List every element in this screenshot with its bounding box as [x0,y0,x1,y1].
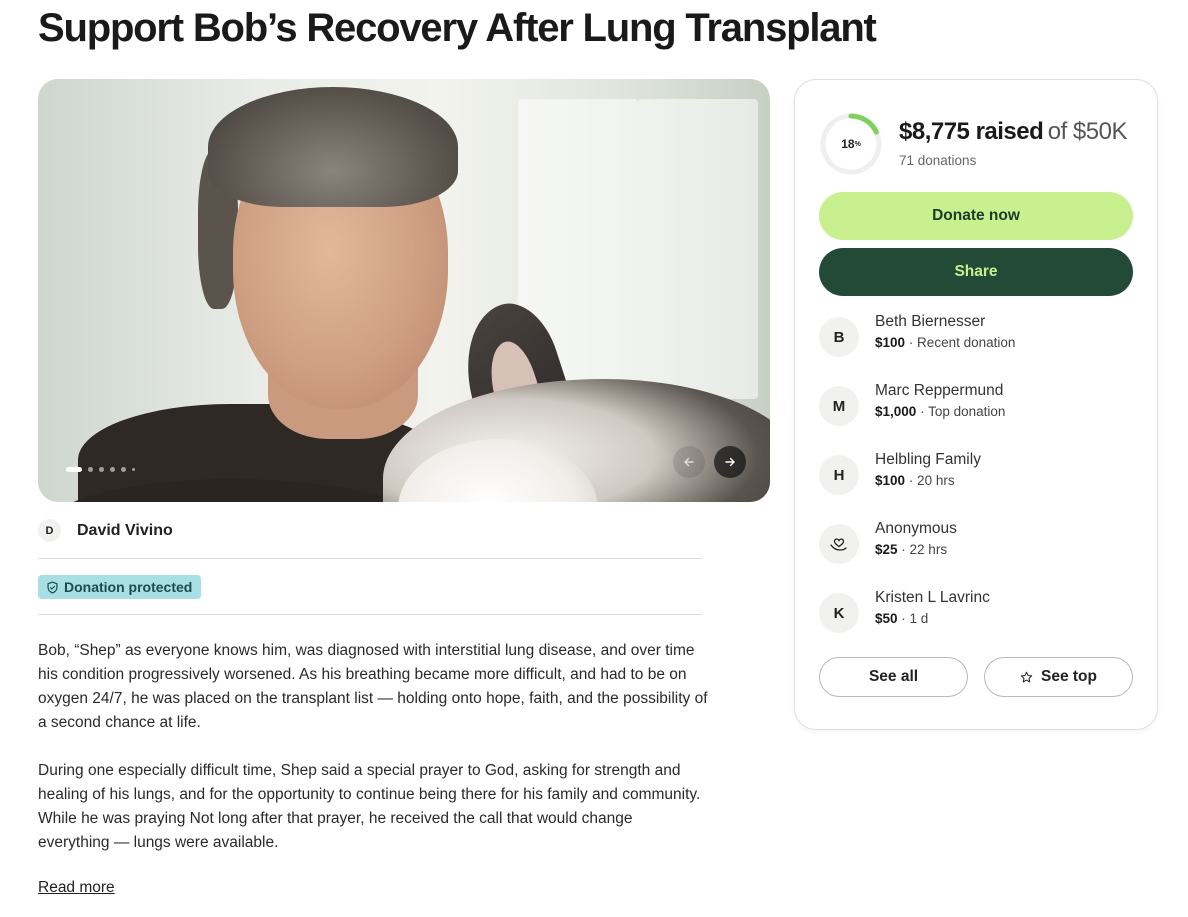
donor-meta: $25 · 22 hrs [875,542,948,557]
divider [38,558,702,559]
donor-item: H Helbling Family $100 · 20 hrs [819,451,1139,495]
carousel-dot[interactable] [121,467,126,472]
divider [38,614,702,615]
raised-amount: $8,775 raised [899,118,1044,145]
carousel-dot[interactable] [66,467,82,472]
donor-name: Anonymous [875,520,957,537]
progress-percent: 18% [841,137,861,151]
campaign-photo-carousel[interactable] [38,79,770,502]
donor-avatar [819,524,859,564]
background-window [638,99,758,399]
arrow-right-icon [725,457,735,467]
donation-card: 18% $8,775 raised of $50K 71 donations D… [794,79,1158,730]
donor-meta: $100 · Recent donation [875,335,1016,350]
carousel-next-button[interactable] [714,446,746,478]
carousel-dot[interactable] [99,467,104,472]
carousel-dots[interactable] [66,467,135,472]
story-paragraph: Bob, “Shep” as everyone knows him, was d… [38,642,708,731]
donor-item: M Marc Reppermund $1,000 · Top donation [819,382,1139,426]
donor-avatar: H [819,455,859,495]
donor-meta: $1,000 · Top donation [875,404,1006,419]
badge-label: Donation protected [64,579,193,595]
organizer[interactable]: D David Vivino [38,519,173,542]
carousel-dot[interactable] [132,468,135,471]
page-title: Support Bob’s Recovery After Lung Transp… [38,6,877,50]
donor-item: K Kristen L Lavrinc $50 · 1 d [819,589,1139,633]
donor-item: Anonymous $25 · 22 hrs [819,520,1139,564]
carousel-prev-button[interactable] [673,446,705,478]
donor-avatar: M [819,386,859,426]
donor-name: Kristen L Lavrinc [875,589,990,606]
heart-hand-icon [830,538,847,551]
share-button[interactable]: Share [819,248,1133,296]
donor-meta: $100 · 20 hrs [875,473,955,488]
read-more-link[interactable]: Read more [38,879,115,897]
see-top-button[interactable]: See top [984,657,1133,697]
goal-amount: of $50K [1047,118,1128,145]
donor-avatar: B [819,317,859,357]
story-paragraph: During one especially difficult time, Sh… [38,762,701,851]
see-all-button[interactable]: See all [819,657,968,697]
carousel-dot[interactable] [88,467,93,472]
arrow-left-icon [684,457,694,467]
donor-name: Helbling Family [875,451,981,468]
donor-name: Beth Biernesser [875,313,986,330]
star-icon [1020,671,1033,682]
donation-count: 71 donations [899,153,977,168]
donor-meta: $50 · 1 d [875,611,929,626]
donor-avatar: K [819,593,859,633]
donate-now-button[interactable]: Donate now [819,192,1133,240]
donor-item: B Beth Biernesser $100 · Recent donation [819,313,1139,357]
photo-hair-top [208,87,458,207]
organizer-name[interactable]: David Vivino [77,522,173,540]
donor-name: Marc Reppermund [875,382,1004,399]
organizer-avatar: D [38,519,61,542]
amount-raised: $8,775 raised of $50K [899,118,1127,146]
donation-protected-badge[interactable]: Donation protected [38,575,202,599]
shield-icon [47,580,58,594]
carousel-dot[interactable] [110,467,115,472]
